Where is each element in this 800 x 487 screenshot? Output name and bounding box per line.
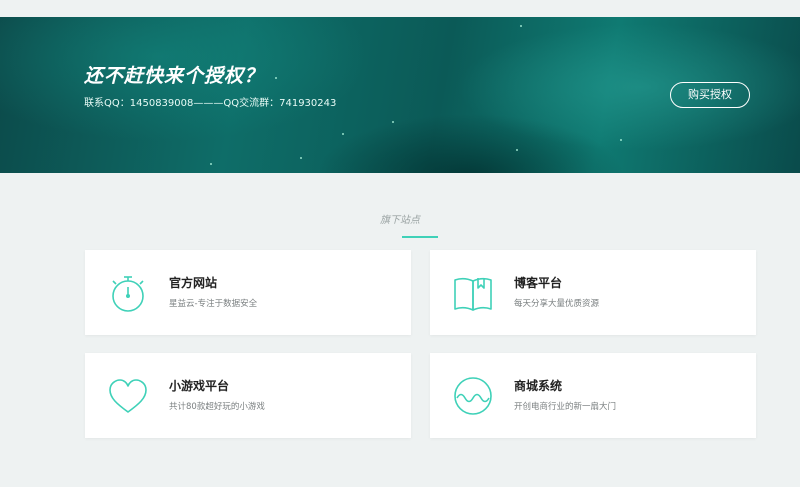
- buy-license-button[interactable]: 购买授权: [670, 82, 750, 108]
- hero-banner: 还不赶快来个授权？ 联系QQ：1450839008———QQ交流群：741930…: [0, 17, 800, 173]
- banner-star: [300, 157, 302, 159]
- site-card-minigames[interactable]: 小游戏平台 共计80款超好玩的小游戏: [85, 353, 411, 438]
- banner-star: [342, 133, 344, 135]
- banner-star: [620, 139, 622, 141]
- top-strip: [0, 0, 800, 17]
- wave-circle-icon: [454, 377, 492, 415]
- section-title-underline: [402, 236, 438, 238]
- site-card-description: 共计80款超好玩的小游戏: [169, 402, 265, 412]
- banner-contact: 联系QQ：1450839008———QQ交流群：741930243: [84, 98, 337, 109]
- site-card-official[interactable]: 官方网站 星益云-专注于数据安全: [85, 250, 411, 335]
- banner-star: [392, 121, 394, 123]
- banner-headline: 还不赶快来个授权？: [84, 65, 265, 87]
- banner-star: [275, 77, 277, 79]
- site-card-title: 官方网站: [169, 276, 218, 290]
- site-card-title: 小游戏平台: [169, 379, 230, 393]
- stopwatch-icon: [112, 276, 144, 312]
- site-card-title: 博客平台: [514, 276, 563, 290]
- banner-star: [520, 25, 522, 27]
- heart-icon: [109, 379, 147, 413]
- site-card-description: 星益云-专注于数据安全: [169, 299, 258, 309]
- book-icon: [454, 277, 492, 311]
- site-card-description: 开创电商行业的新一扇大门: [514, 402, 617, 412]
- banner-star: [210, 163, 212, 165]
- site-card-mall[interactable]: 商城系统 开创电商行业的新一扇大门: [430, 353, 756, 438]
- section-title: 旗下站点: [380, 215, 420, 226]
- site-card-title: 商城系统: [514, 379, 563, 393]
- site-card-description: 每天分享大量优质资源: [514, 299, 600, 309]
- site-card-blog[interactable]: 博客平台 每天分享大量优质资源: [430, 250, 756, 335]
- banner-star: [516, 149, 518, 151]
